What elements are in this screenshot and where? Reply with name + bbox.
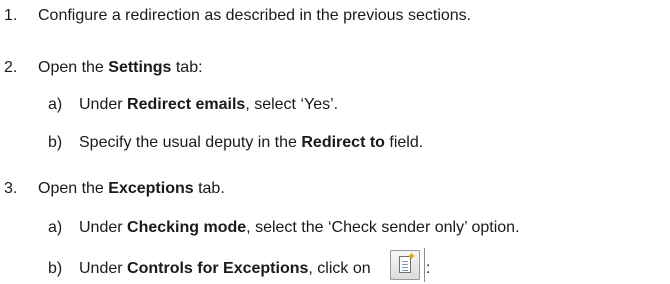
substep-letter: a) <box>48 96 63 113</box>
substep-letter: a) <box>48 219 63 236</box>
substep-text: Specify the usual deputy in the Redirect… <box>79 134 424 151</box>
step-text: Open the Settings tab: <box>38 59 203 76</box>
toolbar-separator <box>424 248 425 282</box>
ui-term-exceptions: Exceptions <box>108 180 194 197</box>
step-number: 1. <box>4 7 18 24</box>
sparkle-icon: ✦ <box>407 251 417 263</box>
ui-term-redirect-emails: Redirect emails <box>127 96 246 113</box>
ui-term-settings: Settings <box>108 59 172 76</box>
ui-term-controls-for-exceptions: Controls for Exceptions <box>127 260 309 277</box>
trailing-colon: : <box>426 260 431 277</box>
ui-term-checking-mode: Checking mode <box>127 219 247 236</box>
new-entry-icon: ✦ <box>390 250 420 280</box>
step-number: 3. <box>4 180 18 197</box>
substep-letter: b) <box>48 134 63 151</box>
step-text: Open the Exceptions tab. <box>38 180 225 197</box>
step-number: 2. <box>4 59 18 76</box>
substep-text: Under Checking mode, select the ‘Check s… <box>79 219 520 236</box>
ui-term-redirect-to: Redirect to <box>301 134 385 151</box>
substep-text: Under Controls for Exceptions, click on <box>79 260 371 277</box>
substep-text: Under Redirect emails, select ‘Yes’. <box>79 96 339 113</box>
substep-letter: b) <box>48 260 63 277</box>
step-text: Configure a redirection as described in … <box>38 7 472 24</box>
